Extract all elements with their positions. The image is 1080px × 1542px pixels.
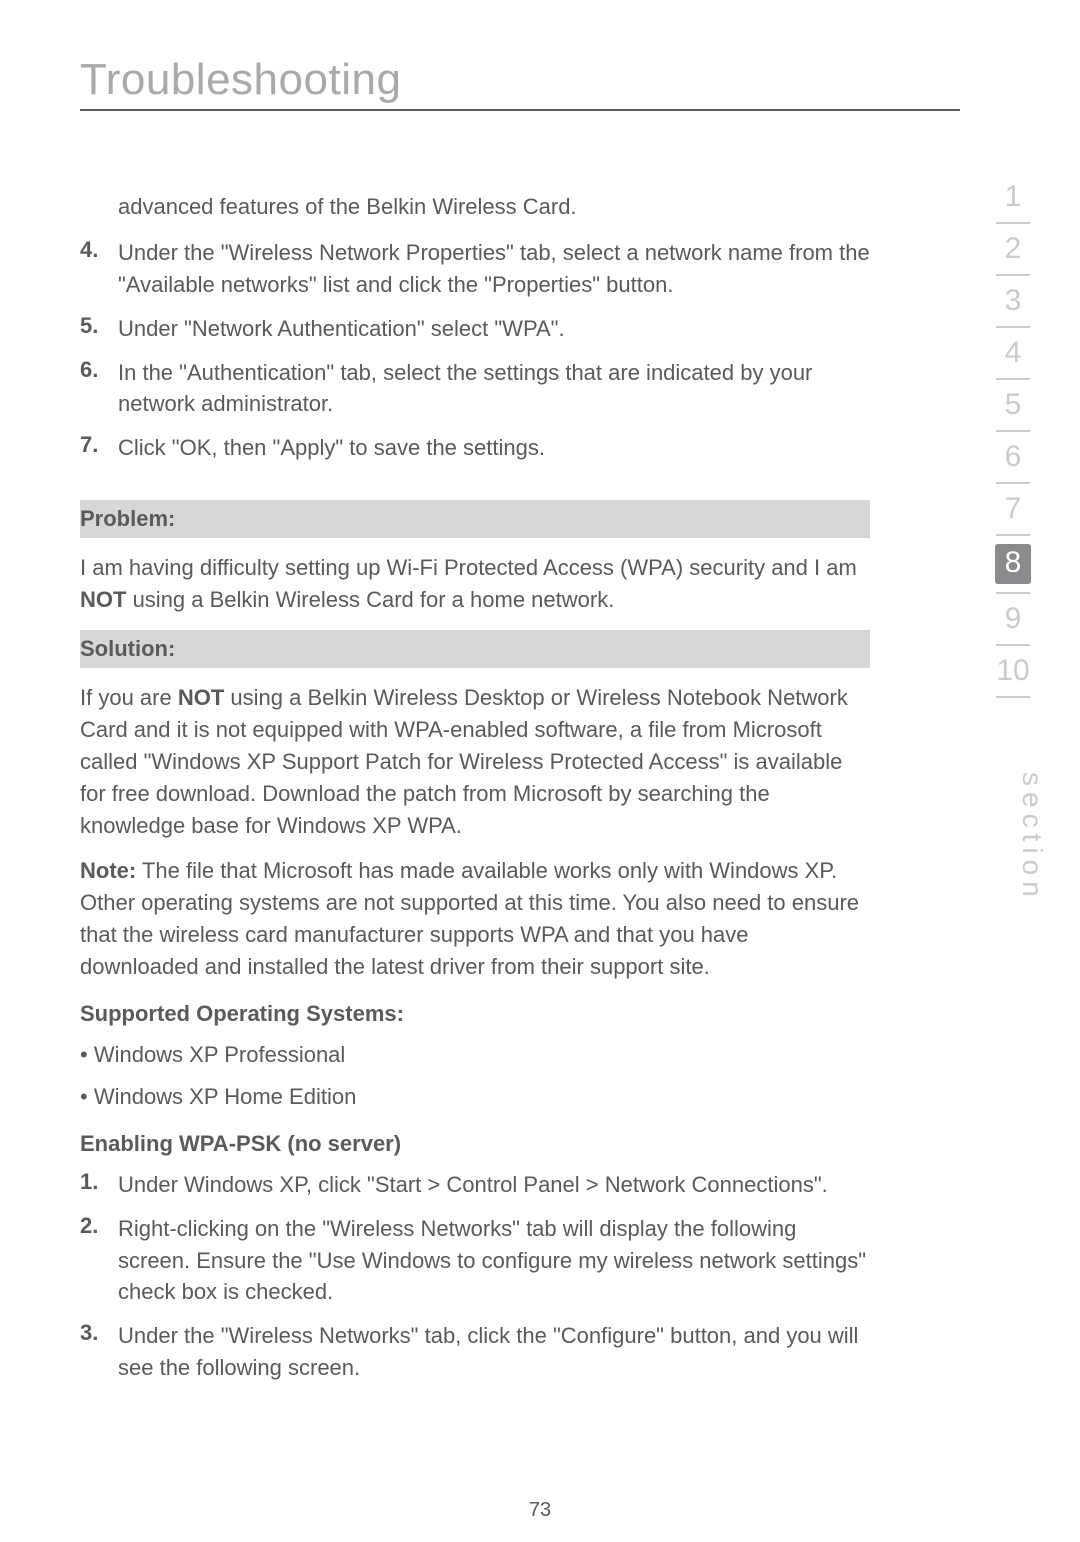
step-number: 7. (80, 432, 118, 464)
page-number: 73 (529, 1499, 551, 1522)
list-item: 1. Under Windows XP, click "Start > Cont… (80, 1169, 870, 1201)
step-text: Right-clicking on the "Wireless Networks… (118, 1213, 870, 1309)
note-text: The file that Microsoft has made availab… (80, 858, 859, 979)
section-nav-sidebar: 1 2 3 4 5 6 7 8 9 10 section (978, 172, 1048, 698)
list-item: 7. Click "OK, then "Apply" to save the s… (80, 432, 870, 464)
note-paragraph: Note: The file that Microsoft has made a… (80, 855, 870, 983)
page-title: Troubleshooting (80, 55, 1000, 105)
supported-os-heading: Supported Operating Systems: (80, 1001, 870, 1027)
problem-heading-bar: Problem: (80, 500, 870, 538)
main-content: advanced features of the Belkin Wireless… (80, 191, 870, 1384)
solution-p1-bold: NOT (178, 685, 224, 710)
step-text: Under the "Wireless Network Properties" … (118, 237, 870, 301)
section-nav-8-active[interactable]: 8 (995, 544, 1031, 584)
list-item: 5. Under "Network Authentication" select… (80, 313, 870, 345)
section-nav-1[interactable]: 1 (978, 172, 1048, 222)
solution-paragraph-1: If you are NOT using a Belkin Wireless D… (80, 682, 870, 841)
list-item: 4. Under the "Wireless Network Propertie… (80, 237, 870, 301)
list-item: 3. Under the "Wireless Networks" tab, cl… (80, 1320, 870, 1384)
supported-os-list: • Windows XP Professional • Windows XP H… (80, 1039, 870, 1113)
section-nav-10[interactable]: 10 (978, 646, 1048, 696)
section-nav-9[interactable]: 9 (978, 594, 1048, 644)
section-nav-2[interactable]: 2 (978, 224, 1048, 274)
step-number: 5. (80, 313, 118, 345)
list-item: 6. In the "Authentication" tab, select t… (80, 357, 870, 421)
problem-text-post: using a Belkin Wireless Card for a home … (126, 587, 614, 612)
step-number: 2. (80, 1213, 118, 1309)
enabling-heading: Enabling WPA-PSK (no server) (80, 1131, 870, 1157)
step-text: Under "Network Authentication" select "W… (118, 313, 870, 345)
section-nav-divider (996, 696, 1030, 698)
step-number: 1. (80, 1169, 118, 1201)
section-nav-5[interactable]: 5 (978, 380, 1048, 430)
list-item: • Windows XP Home Edition (80, 1081, 870, 1113)
problem-text-pre: I am having difficulty setting up Wi-Fi … (80, 555, 857, 580)
intro-continuation: advanced features of the Belkin Wireless… (118, 191, 870, 223)
section-nav-8-active-wrap: 8 (978, 536, 1048, 592)
solution-p1-pre: If you are (80, 685, 178, 710)
step-number: 4. (80, 237, 118, 301)
step-text: Click "OK, then "Apply" to save the sett… (118, 432, 870, 464)
section-nav-7[interactable]: 7 (978, 484, 1048, 534)
step-text: Under the "Wireless Networks" tab, click… (118, 1320, 870, 1384)
problem-text-bold: NOT (80, 587, 126, 612)
list-item: 2. Right-clicking on the "Wireless Netwo… (80, 1213, 870, 1309)
enabling-steps-list: 1. Under Windows XP, click "Start > Cont… (80, 1169, 870, 1384)
section-nav-4[interactable]: 4 (978, 328, 1048, 378)
section-nav-6[interactable]: 6 (978, 432, 1048, 482)
list-item: • Windows XP Professional (80, 1039, 870, 1071)
step-text: Under Windows XP, click "Start > Control… (118, 1169, 870, 1201)
title-rule (80, 109, 960, 111)
step-number: 3. (80, 1320, 118, 1384)
problem-text: I am having difficulty setting up Wi-Fi … (80, 552, 870, 616)
step-number: 6. (80, 357, 118, 421)
section-nav-3[interactable]: 3 (978, 276, 1048, 326)
solution-heading-bar: Solution: (80, 630, 870, 668)
top-steps-list: 4. Under the "Wireless Network Propertie… (80, 237, 870, 464)
note-label: Note: (80, 858, 136, 883)
section-vertical-label: section (1016, 772, 1048, 903)
step-text: In the "Authentication" tab, select the … (118, 357, 870, 421)
